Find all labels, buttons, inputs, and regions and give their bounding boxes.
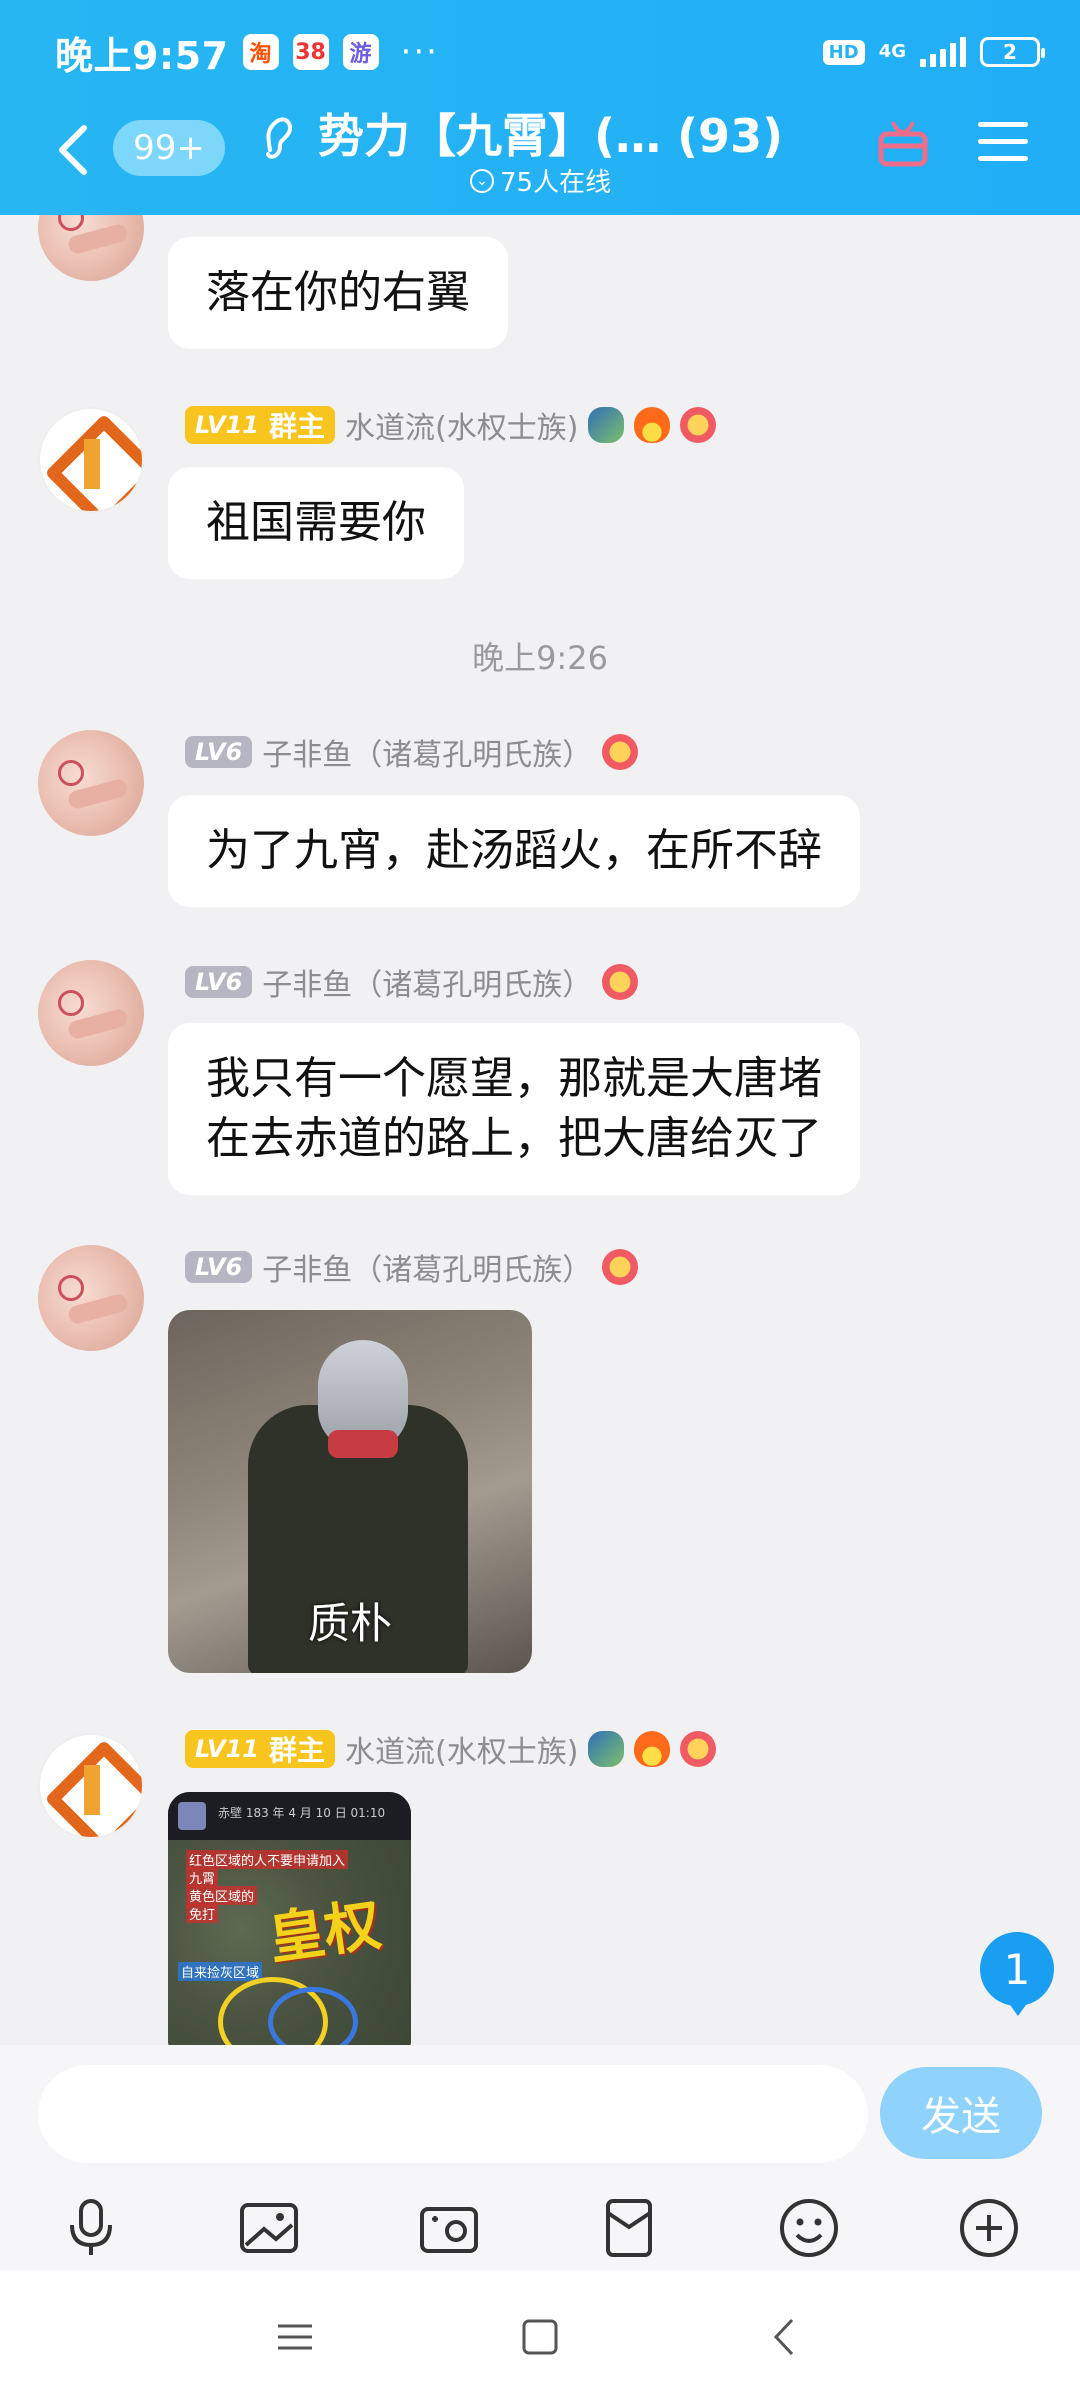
gift-icon[interactable] bbox=[875, 114, 931, 170]
menu-icon[interactable] bbox=[978, 122, 1028, 162]
hd-icon: HD bbox=[822, 39, 865, 65]
sender-name[interactable]: 水道流(水权士族) bbox=[345, 403, 578, 447]
map-note: 红色区域的人不要申请加入 bbox=[186, 1850, 349, 1869]
level-label: LV11 bbox=[195, 411, 259, 439]
message-input[interactable] bbox=[38, 2065, 868, 2163]
message-line: 我只有一个愿望，那就是大唐堵 bbox=[206, 1053, 822, 1104]
sender-name[interactable]: 子非鱼（诸葛孔明氏族） bbox=[262, 730, 592, 774]
flower-icon bbox=[680, 1731, 717, 1767]
add-icon[interactable] bbox=[956, 2195, 1022, 2261]
avatar[interactable] bbox=[38, 960, 144, 1066]
fire-icon bbox=[634, 1731, 671, 1767]
composer: 发送 bbox=[0, 2045, 1080, 2270]
system-nav-bar bbox=[0, 2270, 1080, 2400]
signal-icon bbox=[920, 37, 966, 67]
flower-icon bbox=[602, 734, 639, 770]
flower-icon bbox=[602, 964, 639, 1000]
send-button[interactable]: 发送 bbox=[880, 2067, 1042, 2159]
fire-icon bbox=[634, 407, 671, 443]
meme-caption: 质朴 bbox=[307, 1599, 392, 1648]
online-count: 75人在线 bbox=[500, 168, 612, 198]
status-bar: 晚上9:57 淘 38 游 ··· HD 4G 2 bbox=[55, 22, 1045, 82]
level-badge: LV11 群主 bbox=[185, 406, 335, 444]
status-time: 晚上9:57 bbox=[55, 33, 229, 78]
avatar[interactable] bbox=[38, 407, 144, 513]
collar-shape bbox=[328, 1430, 398, 1458]
app-root: 晚上9:57 淘 38 游 ··· HD 4G 2 99+ 势力【九霄】(… (… bbox=[0, 0, 1080, 2400]
home-icon[interactable] bbox=[515, 2312, 565, 2362]
composer-toolbar bbox=[0, 2195, 1080, 2265]
avatar[interactable] bbox=[38, 1245, 144, 1351]
flower-icon bbox=[680, 407, 717, 443]
sender-line: LV11 群主 水道流(水权士族) bbox=[185, 403, 717, 447]
map-note: 九霄 bbox=[186, 1868, 219, 1887]
message-line: 在去赤道的路上，把大唐给灭了 bbox=[206, 1113, 822, 1164]
chat-nav-bar: 99+ 势力【九霄】(… (93) ⌄ 75人在线 bbox=[0, 100, 1080, 210]
owner-role-label: 群主 bbox=[268, 410, 325, 443]
sender-line: LV6 子非鱼（诸葛孔明氏族） bbox=[185, 960, 639, 1004]
battery-icon: 2 bbox=[980, 37, 1045, 67]
sender-line: LV6 子非鱼（诸葛孔明氏族） bbox=[185, 1245, 639, 1289]
red-packet-icon[interactable] bbox=[596, 2195, 662, 2261]
level-badge: LV6 bbox=[185, 1251, 253, 1283]
chat-title[interactable]: 势力【九霄】(… (93) bbox=[318, 100, 783, 166]
meme-image[interactable]: 质朴 bbox=[168, 1310, 532, 1673]
map-avatar-thumb bbox=[178, 1802, 206, 1830]
owner-role-label: 群主 bbox=[268, 1734, 325, 1767]
recent-apps-icon[interactable] bbox=[270, 2312, 320, 2362]
message-bubble[interactable]: 落在你的右翼 bbox=[168, 237, 508, 349]
map-big-text: 皇权 bbox=[264, 1892, 385, 1973]
camera-icon[interactable] bbox=[416, 2195, 482, 2261]
dragon-icon bbox=[588, 407, 625, 443]
sender-line: LV6 子非鱼（诸葛孔明氏族） bbox=[185, 730, 639, 774]
dragon-icon bbox=[588, 1731, 625, 1767]
game-icon: 游 bbox=[342, 34, 379, 70]
level-label: LV11 bbox=[195, 1735, 259, 1763]
level-badge: LV6 bbox=[185, 736, 253, 768]
sender-name[interactable]: 水道流(水权士族) bbox=[345, 1727, 578, 1771]
avatar[interactable] bbox=[38, 1733, 144, 1839]
message-bubble[interactable]: 为了九宵，赴汤蹈火，在所不辞 bbox=[168, 795, 860, 907]
emoji-icon[interactable] bbox=[776, 2195, 842, 2261]
message-bubble[interactable]: 祖国需要你 bbox=[168, 467, 464, 579]
taobao-icon: 淘 bbox=[242, 34, 279, 70]
map-note: 黄色区域的 bbox=[186, 1886, 258, 1905]
level-badge: LV11 群主 bbox=[185, 1730, 335, 1768]
new-message-badge[interactable]: 1 bbox=[980, 1932, 1054, 2016]
header: 晚上9:57 淘 38 游 ··· HD 4G 2 99+ 势力【九霄】(… (… bbox=[0, 0, 1080, 215]
sender-name[interactable]: 子非鱼（诸葛孔明氏族） bbox=[262, 960, 592, 1004]
back-icon[interactable] bbox=[52, 120, 96, 180]
avatar[interactable] bbox=[38, 215, 144, 281]
sender-line: LV11 群主 水道流(水权士族) bbox=[185, 1727, 717, 1771]
status-more-icon: ··· bbox=[400, 32, 439, 72]
unread-count-badge[interactable]: 99+ bbox=[113, 120, 225, 176]
message-timestamp: 晚上9:26 bbox=[472, 639, 608, 677]
avatar[interactable] bbox=[38, 730, 144, 836]
chevron-down-icon: ⌄ bbox=[470, 168, 494, 193]
sender-name[interactable]: 子非鱼（诸葛孔明氏族） bbox=[262, 1245, 592, 1289]
map-blue-note: 自来捡灰区域 bbox=[178, 1962, 263, 1981]
gallery-icon[interactable] bbox=[236, 2195, 302, 2261]
map-screenshot-image[interactable]: 赤壁 183 年 4 月 10 日 01:10 红色区域的人不要申请加入 九霄 … bbox=[168, 1792, 411, 2045]
flower-icon bbox=[602, 1249, 639, 1285]
message-list[interactable]: 落在你的右翼 LV11 群主 水道流(水权士族) 祖国需要你 晚上9:26 LV6… bbox=[0, 215, 1080, 2045]
network-label: 4G bbox=[878, 41, 906, 62]
ear-icon[interactable] bbox=[258, 110, 298, 166]
online-status[interactable]: ⌄ 75人在线 bbox=[470, 162, 611, 199]
system-back-icon[interactable] bbox=[760, 2312, 810, 2362]
promo-icon: 38 bbox=[292, 34, 329, 70]
microphone-icon[interactable] bbox=[58, 2195, 124, 2261]
map-note: 免打 bbox=[186, 1904, 219, 1923]
message-bubble[interactable]: 我只有一个愿望，那就是大唐堵 在去赤道的路上，把大唐给灭了 bbox=[168, 1023, 860, 1195]
level-badge: LV6 bbox=[185, 966, 253, 998]
